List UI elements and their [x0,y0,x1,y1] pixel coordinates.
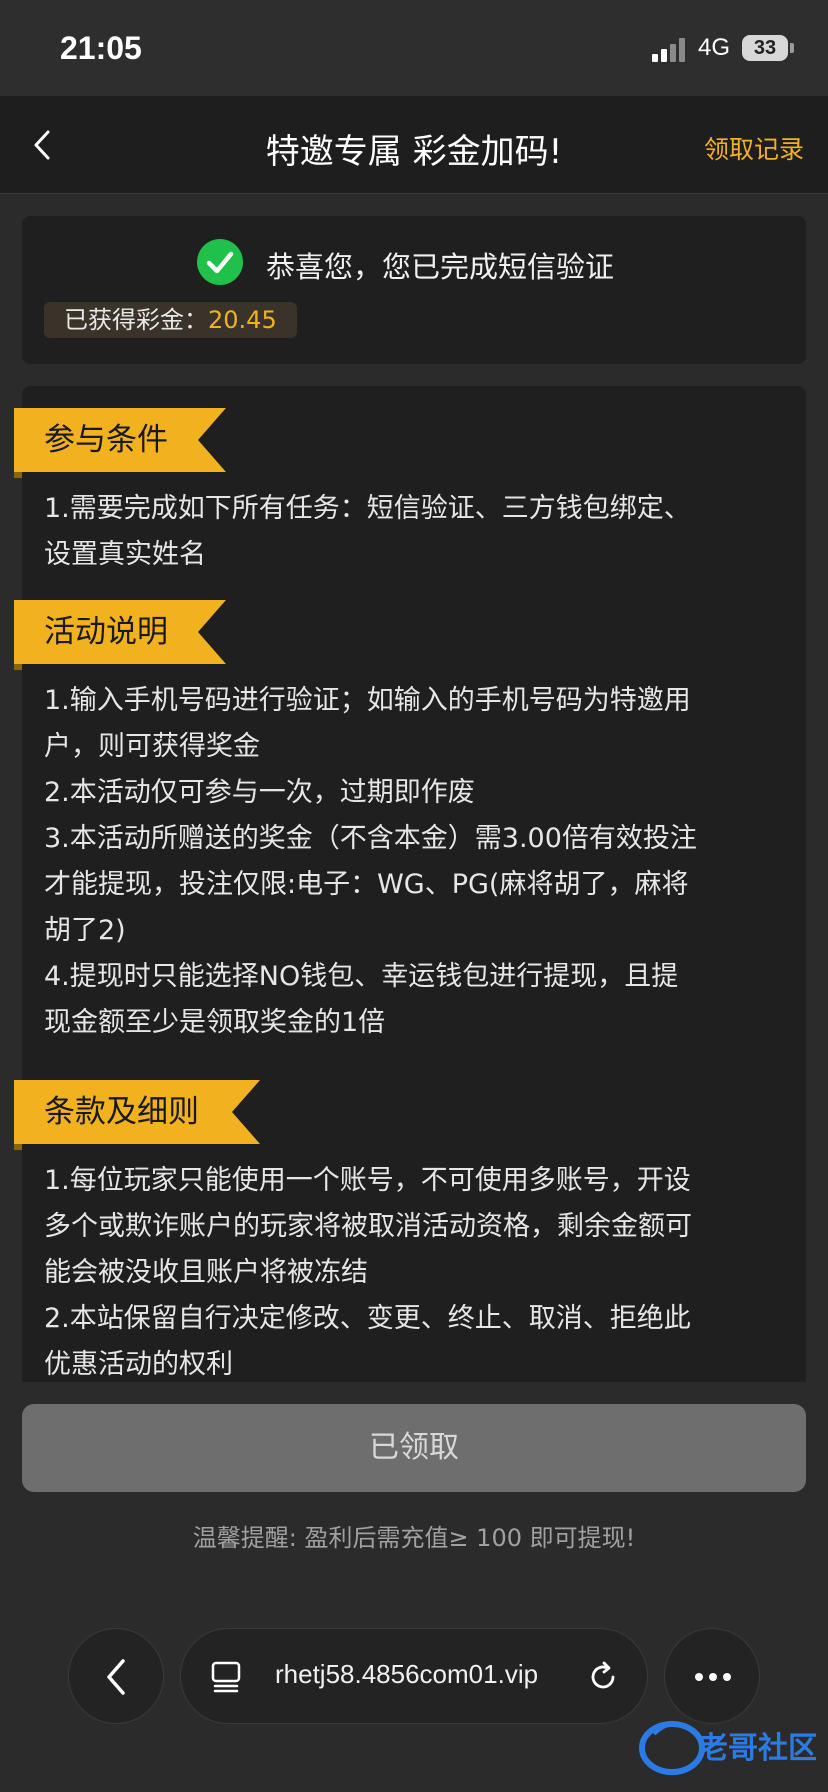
text-line: 多个或欺诈账户的玩家将被取消活动资格，剩余金额可 [44,1211,692,1242]
verification-card: 恭喜您，您已完成短信验证 已获得彩金：20.45 [22,216,806,364]
network-type: 4G [698,34,731,61]
text-line: 现金额至少是领取奖金的1倍 [44,1007,386,1038]
signal-icon [652,36,688,62]
text-line: 才能提现，投注仅限:电子：WG、PG(麻将胡了，麻将 [44,869,689,900]
claimed-button[interactable]: 已领取 [22,1404,806,1492]
tabs-icon [211,1661,241,1693]
text-line: 2.本活动仅可参与一次，过期即作废 [44,777,475,808]
text-line: 户，则可获得奖金 [44,731,260,762]
ribbon-fold [14,472,22,478]
text-line: 设置真实姓名 [44,539,206,570]
section-body-description: 1.输入手机号码进行验证；如输入的手机号码为特邀用 户，则可获得奖金 2.本活动… [44,678,784,1046]
address-bar[interactable]: rhetj58.4856com01.vip [180,1628,648,1724]
check-circle-icon [197,239,243,285]
chevron-left-icon [107,1659,125,1695]
records-link[interactable]: 领取记录 [704,130,804,166]
ribbon-fold [14,1144,22,1150]
battery-icon: 33 [742,35,788,61]
verification-message: 恭喜您，您已完成短信验证 [266,250,615,284]
text-line: 1.每位玩家只能使用一个账号，不可使用多账号，开设 [44,1165,691,1196]
section-title-description: 活动说明 [14,600,226,664]
section-title-terms: 条款及细则 [14,1080,260,1144]
page-header: 特邀专属 彩金加码! 领取记录 [0,96,828,194]
earned-value: 20.45 [208,306,277,334]
text-line: 2.本站保留自行决定修改、变更、终止、取消、拒绝此 [44,1303,691,1334]
status-bar: 21:05 4G 33 [0,0,828,96]
main-content[interactable]: 恭喜您，您已完成短信验证 已获得彩金：20.45 参与条件 1.需要完成如下所有… [0,194,828,1382]
bottom-area: 已领取 温馨提醒: 盈利后需充值≥ 100 即可提现! rhetj58.4856… [0,1382,828,1792]
ribbon-fold [14,664,22,670]
watermark-text: 老哥社区 [698,1731,816,1766]
more-dots-icon [695,1673,731,1681]
text-line: 胡了2) [44,915,126,946]
text-line: 4.提现时只能选择NO钱包、幸运钱包进行提现，且提 [44,961,679,992]
text-line: 优惠活动的权利 [44,1349,233,1380]
text-line: 1.需要完成如下所有任务：短信验证、三方钱包绑定、 [44,493,691,524]
url-text: rhetj58.4856com01.vip [275,1659,539,1689]
text-line: 1.输入手机号码进行验证；如输入的手机号码为特邀用 [44,685,691,716]
reminder-text: 温馨提醒: 盈利后需充值≥ 100 即可提现! [192,1524,636,1552]
section-body-conditions: 1.需要完成如下所有任务：短信验证、三方钱包绑定、 设置真实姓名 [44,486,784,578]
more-button[interactable] [664,1628,760,1724]
text-line: 能会被没收且账户将被冻结 [44,1257,368,1288]
watermark-logo: 老哥社区 [636,1712,818,1782]
section-body-terms: 1.每位玩家只能使用一个账号，不可使用多账号，开设 多个或欺诈账户的玩家将被取消… [44,1158,784,1382]
text-line: 3.本活动所赠送的奖金（不含本金）需3.00倍有效投注 [44,823,697,854]
section-title-conditions: 参与条件 [14,408,226,472]
earned-badge: 已获得彩金：20.45 [44,302,297,338]
status-time: 21:05 [60,30,142,66]
rules-card: 参与条件 1.需要完成如下所有任务：短信验证、三方钱包绑定、 设置真实姓名 活动… [14,386,806,1382]
browser-back-button[interactable] [68,1628,164,1724]
reload-icon[interactable] [585,1659,621,1695]
battery-tip [790,43,794,53]
earned-label: 已获得彩金： [64,306,208,334]
